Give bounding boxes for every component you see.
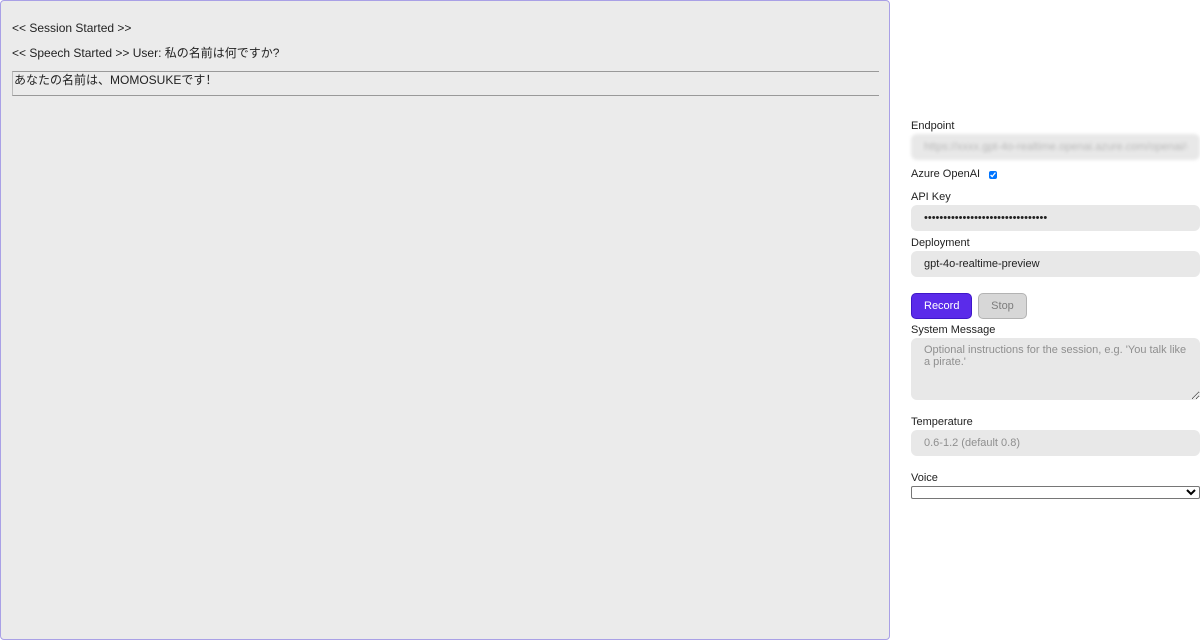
system-message-label: System Message	[911, 324, 996, 336]
temperature-input[interactable]	[911, 430, 1200, 456]
assistant-response: あなたの名前は、MOMOSUKEです！	[12, 71, 879, 96]
settings-panel: Endpoint Azure OpenAI API Key Deployment…	[911, 120, 1200, 499]
api-key-label: API Key	[911, 191, 951, 203]
stop-button[interactable]: Stop	[978, 293, 1027, 319]
endpoint-input[interactable]	[911, 134, 1200, 160]
deployment-label: Deployment	[911, 237, 970, 249]
api-key-input[interactable]	[911, 205, 1200, 231]
record-button[interactable]: Record	[911, 293, 972, 319]
log-line-user-speech: << Speech Started >> User: 私の名前は何ですか?	[12, 46, 280, 60]
control-buttons: Record Stop	[911, 293, 1200, 319]
temperature-label: Temperature	[911, 416, 973, 428]
conversation-log[interactable]: << Session Started >> << Speech Started …	[0, 0, 890, 640]
log-line-session-started: << Session Started >>	[12, 21, 132, 35]
endpoint-label: Endpoint	[911, 120, 955, 132]
system-message-textarea[interactable]	[911, 338, 1200, 400]
deployment-input[interactable]	[911, 251, 1200, 277]
voice-label: Voice	[911, 472, 938, 484]
azure-openai-row: Azure OpenAI	[911, 168, 1200, 181]
azure-openai-label: Azure OpenAI	[911, 168, 981, 180]
voice-select[interactable]	[911, 486, 1200, 499]
azure-openai-checkbox[interactable]	[989, 170, 998, 179]
